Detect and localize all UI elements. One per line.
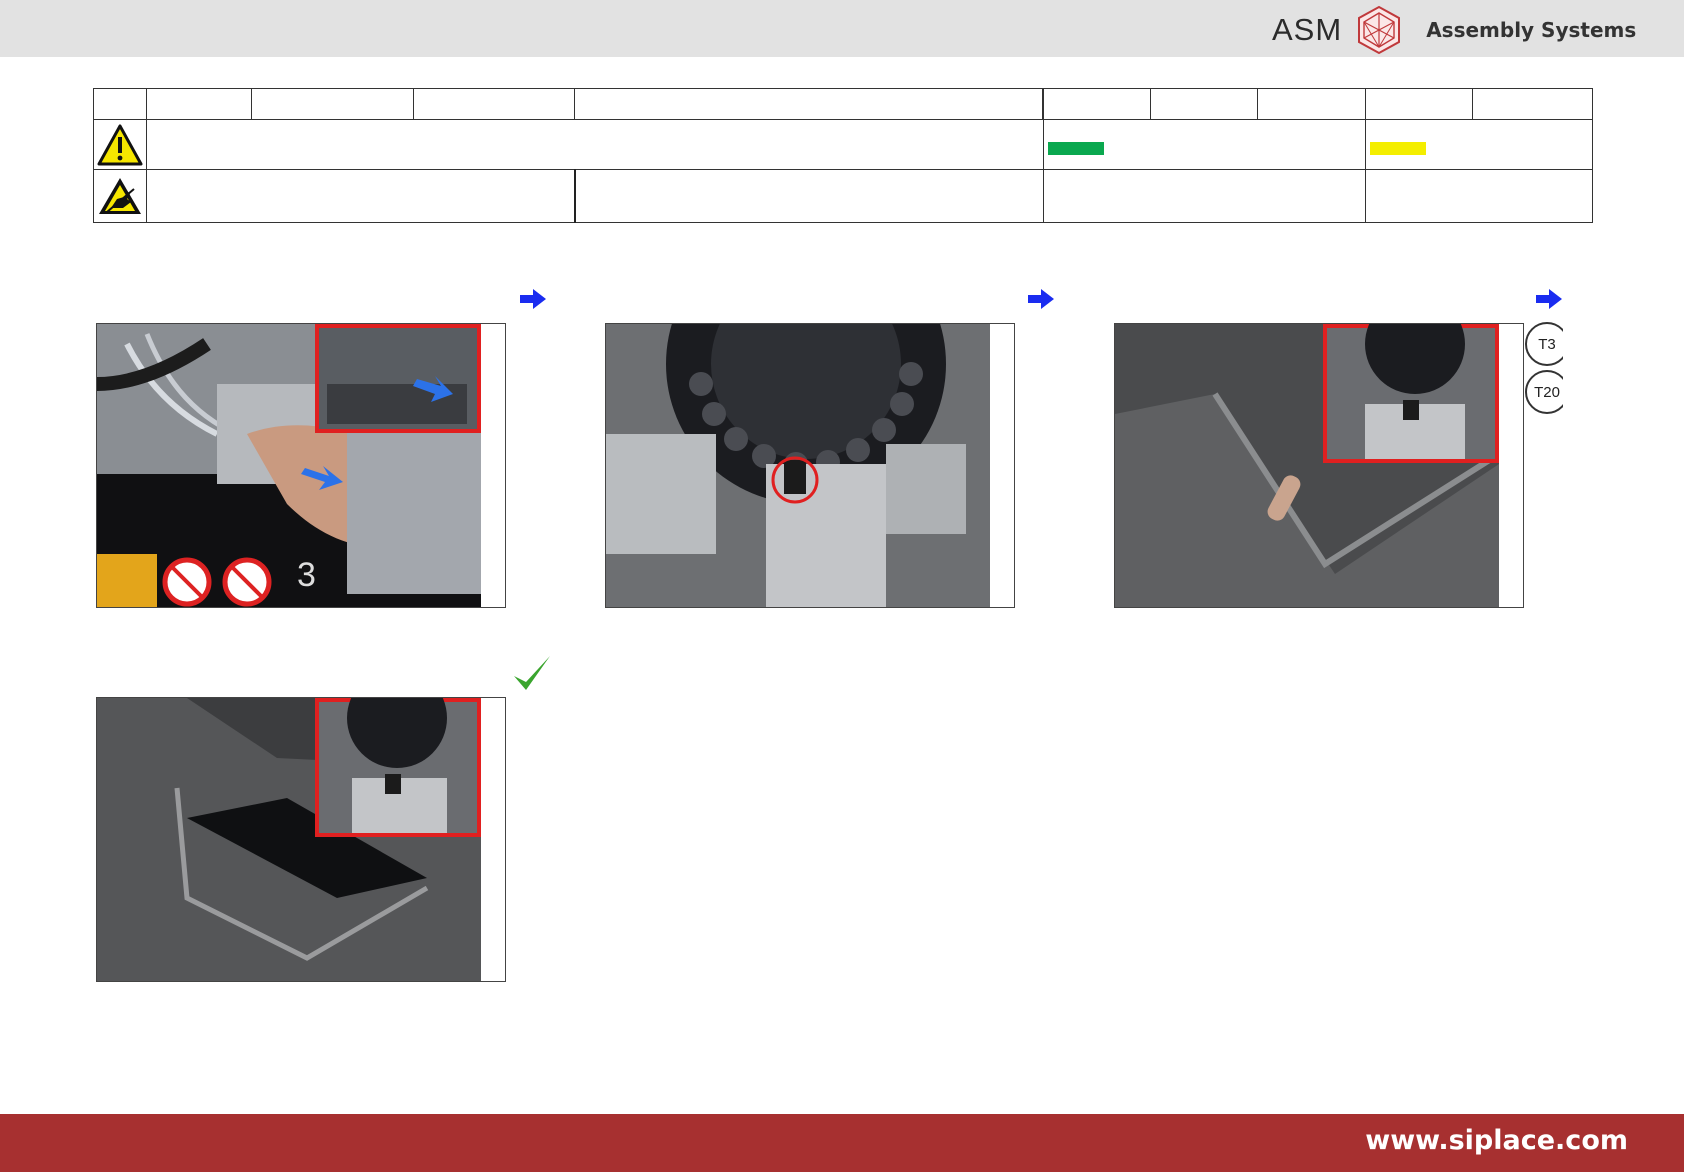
step-2-photo	[605, 323, 1015, 608]
esd-cell-2	[573, 169, 1044, 223]
warning-icon-cell	[93, 119, 147, 170]
warning-row	[93, 119, 1593, 170]
brand-name: ASM	[1272, 12, 1343, 47]
asm-hexagon-logo-icon	[1358, 5, 1401, 55]
arrow-right-icon	[1028, 289, 1054, 309]
yellow-status-cell	[1365, 119, 1593, 170]
esd-cell-3	[1043, 169, 1366, 223]
tool-badge-t20: T20	[1525, 370, 1563, 414]
green-status-cell	[1043, 119, 1366, 170]
esd-text-cell	[146, 169, 575, 223]
yellow-status-bar	[1370, 142, 1426, 155]
esd-icon-cell	[93, 169, 147, 223]
check-mark-icon	[514, 656, 550, 690]
step-1-photo: 3	[96, 323, 506, 608]
task-info-table	[93, 88, 1593, 223]
footer-bar: www.siplace.com	[0, 1114, 1684, 1172]
table-cell	[93, 88, 147, 120]
table-header-row	[93, 88, 1593, 120]
brand: ASM Assembly Systems	[1272, 5, 1637, 55]
table-cell	[574, 88, 1044, 120]
warning-text-cell	[146, 119, 1044, 170]
esd-row	[93, 169, 1593, 223]
arrow-right-icon	[1536, 289, 1562, 309]
svg-text:3: 3	[297, 556, 316, 594]
top-header-bar: ASM Assembly Systems	[0, 0, 1684, 57]
esd-hand-icon	[99, 178, 141, 214]
table-cell	[1043, 88, 1366, 120]
green-status-bar	[1048, 142, 1104, 155]
step-4-photo	[96, 697, 506, 982]
step-3-photo	[1114, 323, 1524, 608]
table-cell	[1365, 88, 1593, 120]
warning-triangle-icon	[97, 124, 143, 165]
footer-url-link[interactable]: www.siplace.com	[1365, 1125, 1628, 1156]
arrow-right-icon	[520, 289, 546, 309]
table-cell	[146, 88, 252, 120]
brand-subtitle: Assembly Systems	[1426, 18, 1637, 42]
esd-cell-4	[1365, 169, 1593, 223]
table-cell	[251, 88, 414, 120]
table-cell	[413, 88, 575, 120]
tool-badge-t3: T3	[1525, 322, 1563, 366]
